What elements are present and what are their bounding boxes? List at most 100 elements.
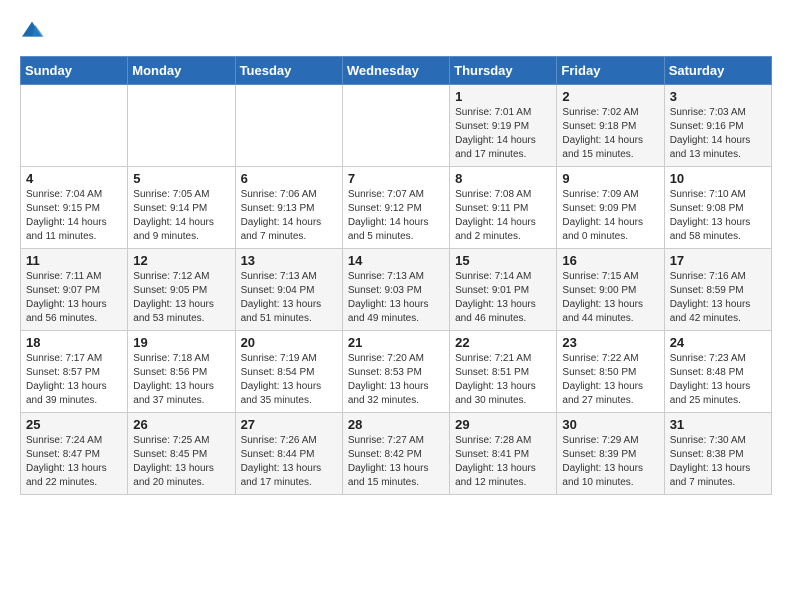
day-number: 23: [562, 335, 658, 350]
weekday-header-wednesday: Wednesday: [342, 57, 449, 85]
day-number: 31: [670, 417, 766, 432]
day-info: Sunrise: 7:21 AM Sunset: 8:51 PM Dayligh…: [455, 352, 551, 408]
day-info: Sunrise: 7:26 AM Sunset: 8:44 PM Dayligh…: [241, 434, 337, 490]
day-number: 7: [348, 171, 444, 186]
calendar-cell: 21 Sunrise: 7:20 AM Sunset: 8:53 PM Dayl…: [342, 331, 449, 413]
calendar-cell: 7 Sunrise: 7:07 AM Sunset: 9:12 PM Dayli…: [342, 167, 449, 249]
calendar-cell: 30 Sunrise: 7:29 AM Sunset: 8:39 PM Dayl…: [557, 413, 664, 495]
calendar-cell: 26 Sunrise: 7:25 AM Sunset: 8:45 PM Dayl…: [128, 413, 235, 495]
calendar-cell: 10 Sunrise: 7:10 AM Sunset: 9:08 PM Dayl…: [664, 167, 771, 249]
day-number: 28: [348, 417, 444, 432]
calendar-cell: 22 Sunrise: 7:21 AM Sunset: 8:51 PM Dayl…: [450, 331, 557, 413]
calendar-cell: [235, 85, 342, 167]
day-number: 30: [562, 417, 658, 432]
calendar-cell: 29 Sunrise: 7:28 AM Sunset: 8:41 PM Dayl…: [450, 413, 557, 495]
day-info: Sunrise: 7:24 AM Sunset: 8:47 PM Dayligh…: [26, 434, 122, 490]
calendar-cell: 13 Sunrise: 7:13 AM Sunset: 9:04 PM Dayl…: [235, 249, 342, 331]
day-number: 3: [670, 89, 766, 104]
calendar-cell: [21, 85, 128, 167]
day-number: 14: [348, 253, 444, 268]
calendar-cell: 5 Sunrise: 7:05 AM Sunset: 9:14 PM Dayli…: [128, 167, 235, 249]
weekday-header-tuesday: Tuesday: [235, 57, 342, 85]
calendar-table: SundayMondayTuesdayWednesdayThursdayFrid…: [20, 56, 772, 495]
day-number: 27: [241, 417, 337, 432]
weekday-header-monday: Monday: [128, 57, 235, 85]
calendar-cell: 19 Sunrise: 7:18 AM Sunset: 8:56 PM Dayl…: [128, 331, 235, 413]
calendar-cell: 17 Sunrise: 7:16 AM Sunset: 8:59 PM Dayl…: [664, 249, 771, 331]
day-number: 18: [26, 335, 122, 350]
calendar-cell: 20 Sunrise: 7:19 AM Sunset: 8:54 PM Dayl…: [235, 331, 342, 413]
day-number: 24: [670, 335, 766, 350]
day-info: Sunrise: 7:12 AM Sunset: 9:05 PM Dayligh…: [133, 270, 229, 326]
calendar-cell: 12 Sunrise: 7:12 AM Sunset: 9:05 PM Dayl…: [128, 249, 235, 331]
calendar-cell: 9 Sunrise: 7:09 AM Sunset: 9:09 PM Dayli…: [557, 167, 664, 249]
logo-icon: [20, 20, 44, 40]
day-number: 1: [455, 89, 551, 104]
day-info: Sunrise: 7:27 AM Sunset: 8:42 PM Dayligh…: [348, 434, 444, 490]
day-info: Sunrise: 7:09 AM Sunset: 9:09 PM Dayligh…: [562, 188, 658, 244]
weekday-header-saturday: Saturday: [664, 57, 771, 85]
day-info: Sunrise: 7:28 AM Sunset: 8:41 PM Dayligh…: [455, 434, 551, 490]
calendar-cell: 4 Sunrise: 7:04 AM Sunset: 9:15 PM Dayli…: [21, 167, 128, 249]
calendar-cell: 8 Sunrise: 7:08 AM Sunset: 9:11 PM Dayli…: [450, 167, 557, 249]
day-info: Sunrise: 7:25 AM Sunset: 8:45 PM Dayligh…: [133, 434, 229, 490]
day-number: 9: [562, 171, 658, 186]
day-info: Sunrise: 7:30 AM Sunset: 8:38 PM Dayligh…: [670, 434, 766, 490]
day-info: Sunrise: 7:16 AM Sunset: 8:59 PM Dayligh…: [670, 270, 766, 326]
calendar-cell: 14 Sunrise: 7:13 AM Sunset: 9:03 PM Dayl…: [342, 249, 449, 331]
day-info: Sunrise: 7:08 AM Sunset: 9:11 PM Dayligh…: [455, 188, 551, 244]
day-info: Sunrise: 7:20 AM Sunset: 8:53 PM Dayligh…: [348, 352, 444, 408]
calendar-cell: 16 Sunrise: 7:15 AM Sunset: 9:00 PM Dayl…: [557, 249, 664, 331]
day-info: Sunrise: 7:04 AM Sunset: 9:15 PM Dayligh…: [26, 188, 122, 244]
calendar-cell: 6 Sunrise: 7:06 AM Sunset: 9:13 PM Dayli…: [235, 167, 342, 249]
day-info: Sunrise: 7:13 AM Sunset: 9:04 PM Dayligh…: [241, 270, 337, 326]
weekday-header-friday: Friday: [557, 57, 664, 85]
logo: [20, 20, 48, 40]
calendar-cell: 18 Sunrise: 7:17 AM Sunset: 8:57 PM Dayl…: [21, 331, 128, 413]
day-info: Sunrise: 7:05 AM Sunset: 9:14 PM Dayligh…: [133, 188, 229, 244]
day-info: Sunrise: 7:15 AM Sunset: 9:00 PM Dayligh…: [562, 270, 658, 326]
calendar-cell: 31 Sunrise: 7:30 AM Sunset: 8:38 PM Dayl…: [664, 413, 771, 495]
calendar-cell: 1 Sunrise: 7:01 AM Sunset: 9:19 PM Dayli…: [450, 85, 557, 167]
day-info: Sunrise: 7:17 AM Sunset: 8:57 PM Dayligh…: [26, 352, 122, 408]
day-number: 20: [241, 335, 337, 350]
calendar-cell: 28 Sunrise: 7:27 AM Sunset: 8:42 PM Dayl…: [342, 413, 449, 495]
calendar-cell: 23 Sunrise: 7:22 AM Sunset: 8:50 PM Dayl…: [557, 331, 664, 413]
day-number: 10: [670, 171, 766, 186]
day-info: Sunrise: 7:13 AM Sunset: 9:03 PM Dayligh…: [348, 270, 444, 326]
day-number: 19: [133, 335, 229, 350]
day-number: 2: [562, 89, 658, 104]
day-number: 22: [455, 335, 551, 350]
day-number: 8: [455, 171, 551, 186]
day-info: Sunrise: 7:11 AM Sunset: 9:07 PM Dayligh…: [26, 270, 122, 326]
calendar-cell: [128, 85, 235, 167]
day-number: 12: [133, 253, 229, 268]
calendar-cell: 25 Sunrise: 7:24 AM Sunset: 8:47 PM Dayl…: [21, 413, 128, 495]
calendar-cell: 11 Sunrise: 7:11 AM Sunset: 9:07 PM Dayl…: [21, 249, 128, 331]
day-number: 17: [670, 253, 766, 268]
day-number: 15: [455, 253, 551, 268]
weekday-header-thursday: Thursday: [450, 57, 557, 85]
day-info: Sunrise: 7:02 AM Sunset: 9:18 PM Dayligh…: [562, 106, 658, 162]
day-info: Sunrise: 7:22 AM Sunset: 8:50 PM Dayligh…: [562, 352, 658, 408]
day-info: Sunrise: 7:19 AM Sunset: 8:54 PM Dayligh…: [241, 352, 337, 408]
calendar-cell: 3 Sunrise: 7:03 AM Sunset: 9:16 PM Dayli…: [664, 85, 771, 167]
day-info: Sunrise: 7:03 AM Sunset: 9:16 PM Dayligh…: [670, 106, 766, 162]
day-number: 29: [455, 417, 551, 432]
page-header: [20, 20, 772, 40]
day-info: Sunrise: 7:23 AM Sunset: 8:48 PM Dayligh…: [670, 352, 766, 408]
day-number: 25: [26, 417, 122, 432]
weekday-header-sunday: Sunday: [21, 57, 128, 85]
calendar-cell: 27 Sunrise: 7:26 AM Sunset: 8:44 PM Dayl…: [235, 413, 342, 495]
day-number: 21: [348, 335, 444, 350]
calendar-cell: 15 Sunrise: 7:14 AM Sunset: 9:01 PM Dayl…: [450, 249, 557, 331]
day-number: 16: [562, 253, 658, 268]
day-info: Sunrise: 7:07 AM Sunset: 9:12 PM Dayligh…: [348, 188, 444, 244]
calendar-cell: [342, 85, 449, 167]
day-info: Sunrise: 7:14 AM Sunset: 9:01 PM Dayligh…: [455, 270, 551, 326]
day-number: 11: [26, 253, 122, 268]
day-number: 13: [241, 253, 337, 268]
day-number: 26: [133, 417, 229, 432]
calendar-cell: 2 Sunrise: 7:02 AM Sunset: 9:18 PM Dayli…: [557, 85, 664, 167]
day-info: Sunrise: 7:10 AM Sunset: 9:08 PM Dayligh…: [670, 188, 766, 244]
